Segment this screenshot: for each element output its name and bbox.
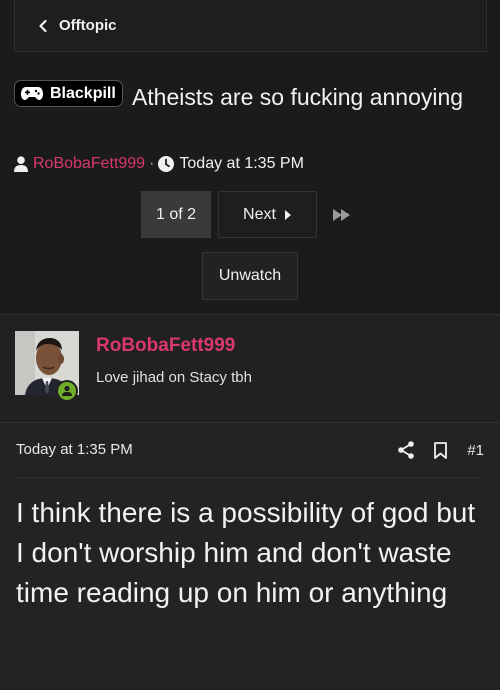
post-date[interactable]: Today at 1:35 PM: [16, 441, 133, 458]
meta-separator: ·: [149, 155, 155, 172]
last-page-button[interactable]: [317, 191, 367, 238]
user-icon: [14, 156, 28, 172]
gamepad-icon: [21, 87, 43, 100]
chevron-left-icon: [39, 19, 47, 32]
online-status-icon: [56, 380, 78, 402]
post-body: I think there is a possibility of god bu…: [16, 497, 476, 608]
post-number[interactable]: #1: [467, 442, 484, 459]
bookmark-button[interactable]: [434, 441, 448, 459]
thread-author[interactable]: RoBobaFett999: [33, 155, 145, 173]
post-actions: #1: [378, 438, 484, 462]
post-header: Today at 1:35 PM #1: [16, 438, 484, 478]
prefix-badge[interactable]: Blackpill: [14, 80, 123, 107]
thread-meta: RoBobaFett999 · Today at 1:35 PM: [14, 152, 304, 176]
thread-title: Blackpill Atheists are so fucking annoyi…: [14, 80, 484, 114]
bookmark-icon: [434, 441, 448, 459]
share-icon: [398, 441, 415, 459]
thread-time[interactable]: Today at 1:35 PM: [179, 155, 304, 173]
fast-forward-icon: [333, 208, 350, 221]
unwatch-button[interactable]: Unwatch: [202, 252, 298, 300]
clock-icon: [158, 156, 175, 172]
post-username[interactable]: RoBobaFett999: [96, 335, 235, 357]
page-selector[interactable]: 1 of 2: [141, 191, 211, 238]
share-button[interactable]: [398, 441, 415, 459]
prefix-label: Blackpill: [50, 85, 116, 102]
breadcrumb-label: Offtopic: [59, 17, 117, 34]
breadcrumb[interactable]: Offtopic: [14, 0, 487, 52]
post-user-block: RoBobaFett999 Love jihad on Stacy tbh: [0, 315, 500, 423]
user-title: Love jihad on Stacy tbh: [96, 369, 252, 386]
thread-title-text: Atheists are so fucking annoying: [131, 84, 464, 110]
next-label: Next: [243, 205, 276, 223]
pagination: 1 of 2 Next: [141, 191, 367, 238]
caret-right-icon: [284, 209, 291, 220]
next-page-button[interactable]: Next: [218, 191, 317, 238]
post: RoBobaFett999 Love jihad on Stacy tbh To…: [0, 314, 500, 690]
